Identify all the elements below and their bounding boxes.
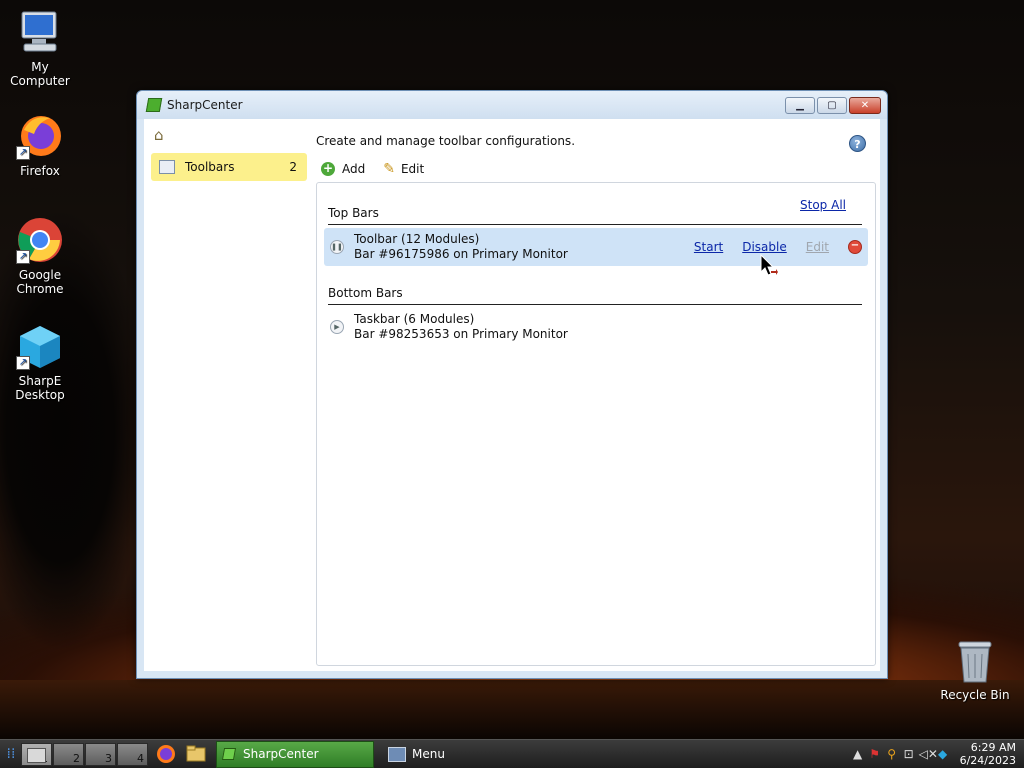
help-icon[interactable]: ? <box>849 135 866 152</box>
search-icon[interactable]: ⚲ <box>885 747 899 761</box>
start-link[interactable]: Start <box>694 240 723 254</box>
mouse-cursor-icon <box>760 254 778 276</box>
desktop-icon-label: SharpE Desktop <box>15 374 65 402</box>
clock-time: 6:29 AM <box>970 741 1016 754</box>
virtual-desktop-3[interactable]: 3 <box>85 742 116 766</box>
add-button[interactable]: + Add <box>321 162 365 176</box>
tray-expand-icon[interactable]: ▲ <box>851 747 865 761</box>
bar-row-toolbar[interactable]: ❚❚ Toolbar (12 Modules) Bar #96175986 on… <box>324 228 868 266</box>
bar-row-taskbar[interactable]: ▶ Taskbar (6 Modules) Bar #98253653 on P… <box>324 308 868 346</box>
maximize-button[interactable]: ▢ <box>817 96 847 114</box>
desktop-icon-label: My Computer <box>10 60 70 88</box>
virtual-desktop-2[interactable]: 2 <box>53 742 84 766</box>
bar-info: Taskbar (6 Modules) Bar #98253653 on Pri… <box>354 312 868 342</box>
bar-info: Toolbar (12 Modules) Bar #96175986 on Pr… <box>354 232 694 262</box>
taskbar-button-sharpcenter[interactable]: SharpCenter <box>216 740 374 768</box>
window-titlebar[interactable]: SharpCenter ▁ ▢ ✕ <box>137 91 887 119</box>
desktop-icon-my-computer[interactable]: My Computer <box>0 8 80 88</box>
add-button-label: Add <box>342 162 366 176</box>
firefox-launcher-icon[interactable] <box>154 743 178 765</box>
edit-button-label: Edit <box>400 162 425 176</box>
desktop-icon-label: Recycle Bin <box>940 688 1010 702</box>
play-icon[interactable]: ▶ <box>330 320 344 334</box>
bar-detail: Bar #98253653 on Primary Monitor <box>354 327 568 341</box>
menu-button-label: Menu <box>412 747 445 761</box>
section-bottom-bars: Bottom Bars <box>328 286 862 305</box>
start-menu-icon[interactable]: ⁞⁞ <box>2 741 20 768</box>
file-explorer-launcher-icon[interactable] <box>184 743 208 765</box>
sidebar-item-label: Toolbars <box>185 160 235 174</box>
desktop-icon-firefox[interactable]: ↗ Firefox <box>0 112 80 178</box>
disable-link[interactable]: Disable <box>742 240 787 254</box>
action-toolbar: + Add ✎ Edit <box>321 161 442 177</box>
edit-link[interactable]: Edit <box>806 240 829 254</box>
desktop-icon-google-chrome[interactable]: ↗ Google Chrome <box>0 216 80 296</box>
section-top-bars: Top Bars Stop All <box>328 198 862 225</box>
virtual-desktop-1[interactable]: 1 <box>21 742 52 766</box>
clock[interactable]: 6:29 AM 6/24/2023 <box>950 741 1024 767</box>
pause-icon[interactable]: ❚❚ <box>330 240 344 254</box>
sharpe-tray-icon[interactable]: ◆ <box>936 747 950 761</box>
virtual-desktop-label: 3 <box>105 751 112 765</box>
desktop-preview <box>27 747 46 763</box>
stop-all-link[interactable]: Stop All <box>800 198 846 212</box>
sidebar-item-count: 2 <box>289 160 297 174</box>
desktop-icon-label: Firefox <box>20 164 60 178</box>
minimize-button[interactable]: ▁ <box>785 96 815 114</box>
page-description: Create and manage toolbar configurations… <box>316 134 576 148</box>
virtual-desktop-label: 4 <box>137 751 144 765</box>
clock-date: 6/24/2023 <box>959 754 1016 767</box>
sharpcenter-app-icon <box>145 98 163 112</box>
virtual-desktop-4[interactable]: 4 <box>117 742 148 766</box>
wallpaper-horizon <box>0 680 1024 740</box>
desktop-icon-recycle-bin[interactable]: Recycle Bin <box>935 638 1015 702</box>
virtual-desktop-label: 2 <box>73 751 80 765</box>
system-tray: ▲ ⚑ ⚲ ⊡ ◁✕ ◆ 6:29 AM 6/24/2023 <box>848 741 1024 768</box>
computer-icon <box>16 8 64 56</box>
window-title: SharpCenter <box>167 98 243 112</box>
network-icon[interactable]: ⊡ <box>902 747 916 761</box>
bar-name: Taskbar (6 Modules) <box>354 312 475 326</box>
monitor-icon <box>388 746 406 762</box>
cube-icon: ↗ <box>16 322 64 370</box>
task-button-label: SharpCenter <box>243 747 319 761</box>
volume-muted-icon[interactable]: ◁✕ <box>919 747 938 761</box>
bars-panel: Top Bars Stop All ❚❚ Toolbar (12 Modules… <box>316 182 876 666</box>
taskbar: ⁞⁞ 1 2 3 4 SharpCenter Menu ▲ ⚑ ⚲ ⊡ ◁✕ ◆… <box>0 739 1024 768</box>
shortcut-arrow-icon: ↗ <box>16 356 30 370</box>
toolbar-config-icon <box>159 160 175 174</box>
shortcut-arrow-icon: ↗ <box>16 250 30 264</box>
recycle-bin-icon <box>955 638 995 684</box>
desktop-icon-sharpe-desktop[interactable]: ↗ SharpE Desktop <box>0 322 80 402</box>
chrome-icon: ↗ <box>16 216 64 264</box>
section-title: Bottom Bars <box>328 286 403 300</box>
menu-button[interactable]: Menu <box>388 746 445 762</box>
window-client-area: ⌂ Toolbars 2 Create and manage toolbar c… <box>144 119 880 671</box>
desktop-icon-label: Google Chrome <box>16 268 64 296</box>
section-title: Top Bars <box>328 206 379 220</box>
remove-icon[interactable]: − <box>848 240 862 254</box>
bar-name: Toolbar (12 Modules) <box>354 232 480 246</box>
plus-icon: + <box>321 161 335 176</box>
pencil-icon: ✎ <box>383 161 395 177</box>
sharpcenter-window: SharpCenter ▁ ▢ ✕ ⌂ Toolbars 2 Create an… <box>136 90 888 679</box>
edit-button[interactable]: ✎ Edit <box>383 161 424 177</box>
sharpcenter-app-icon <box>221 748 237 760</box>
firefox-icon: ↗ <box>16 112 64 160</box>
action-center-flag-icon[interactable]: ⚑ <box>868 747 882 761</box>
shortcut-arrow-icon: ↗ <box>16 146 30 160</box>
sidebar-item-toolbars[interactable]: Toolbars 2 <box>151 153 307 181</box>
close-button[interactable]: ✕ <box>849 96 881 114</box>
bar-detail: Bar #96175986 on Primary Monitor <box>354 247 568 261</box>
home-icon[interactable]: ⌂ <box>154 127 172 143</box>
